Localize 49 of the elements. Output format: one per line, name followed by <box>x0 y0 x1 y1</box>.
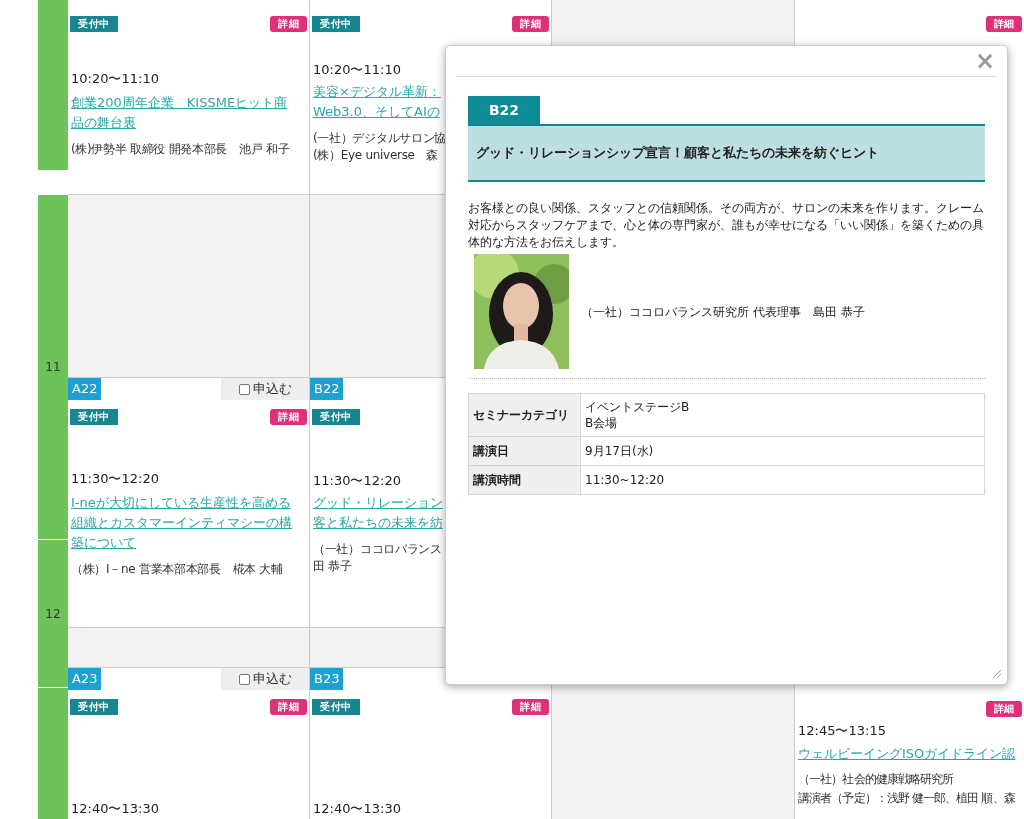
table-cell: 9月17日(水) <box>580 436 985 466</box>
hour-label: 12 <box>45 605 61 623</box>
session-code: B23 <box>310 668 344 690</box>
detail-button[interactable]: 詳細 <box>986 701 1022 717</box>
detail-button[interactable]: 詳細 <box>270 409 307 425</box>
detail-button[interactable]: 詳細 <box>986 16 1022 32</box>
status-badge: 受付中 <box>312 409 360 425</box>
hour-label: 11 <box>45 359 61 376</box>
session-code: A23 <box>68 668 102 690</box>
speaker-text: (一社）デジタルサロン協 (株）Eye universe 森 <box>313 130 447 164</box>
detail-button[interactable]: 詳細 <box>270 699 307 715</box>
table-header-cell: セミナーカテゴリ <box>468 393 581 437</box>
session-time: 11:30〜12:20 <box>313 472 401 490</box>
status-badge: 受付中 <box>70 699 118 715</box>
session-title-link[interactable]: 創業200周年企業 KISSMEヒット商品の舞台裏 <box>71 93 295 133</box>
session-code: A22 <box>68 378 102 400</box>
session-title-link[interactable]: 美容×デジタル革新： Web3.0、そしてAIの <box>313 82 441 122</box>
session-time: 11:30〜12:20 <box>71 470 159 488</box>
apply-checkbox[interactable]: 申込む <box>221 668 309 690</box>
speaker-text: (株)伊勢半 取締役 開発本部長 池戸 和子 <box>71 141 290 158</box>
session-title-link[interactable]: グッド・リレーション 客と私たちの未来を紡 <box>313 493 443 533</box>
session-title-link[interactable]: ウェルビーイングISOガイドライン認 <box>798 744 1016 764</box>
speaker-text: （一社）ココロバランス研究所 代表理事 島田 恭子 <box>581 303 865 321</box>
status-badge: 受付中 <box>70 16 118 32</box>
session-time: 12:40〜13:30 <box>71 800 159 818</box>
status-badge: 受付中 <box>312 699 360 715</box>
status-badge: 受付中 <box>312 16 360 32</box>
session-time: 10:20〜11:10 <box>313 61 401 79</box>
session-title-link[interactable]: I-neが大切にしている生産性を高める組織とカスタマーインティマシーの構築について <box>71 493 295 553</box>
table-cell: 11:30~12:20 <box>580 465 985 495</box>
detail-button[interactable]: 詳細 <box>270 16 307 32</box>
session-time: 10:20〜11:10 <box>71 70 159 88</box>
close-button[interactable]: × <box>974 49 997 73</box>
apply-checkbox[interactable]: 申込む <box>221 378 309 400</box>
detail-button[interactable]: 詳細 <box>512 16 549 32</box>
speaker-text: （一社）ココロバランス 田 恭子 <box>313 541 442 575</box>
session-time: 12:40〜13:30 <box>313 800 401 818</box>
status-badge: 受付中 <box>70 409 118 425</box>
session-title: グッド・リレーションシップ宣言！顧客と私たちの未来を紡ぐヒント <box>468 124 985 182</box>
resize-grip-icon[interactable] <box>992 669 1002 679</box>
table-cell: イベントステージB B会場 <box>580 393 985 437</box>
session-time: 12:45〜13:15 <box>798 722 887 740</box>
table-header-cell: 講演時間 <box>468 465 581 495</box>
detail-button[interactable]: 詳細 <box>512 699 549 715</box>
speaker-text: （一社）社会的健康戦略研究所 講演者（予定）：浅野 健一郎、植田 順、森 <box>798 771 1015 807</box>
table-header-cell: 講演日 <box>468 436 581 466</box>
session-code: B22 <box>310 378 344 400</box>
speaker-text: （株）I－ne 営業本部本部長 椛本 大輔 <box>71 561 283 578</box>
session-description: お客様との良い関係、スタッフとの信頼関係。その両方が、サロンの未来を作ります。クレーム対応からスタッフケアまで、心と体の専門家が、誰もが幸せになる「いい関係」を築くための具体的な方法をお伝えします。 <box>468 200 985 251</box>
